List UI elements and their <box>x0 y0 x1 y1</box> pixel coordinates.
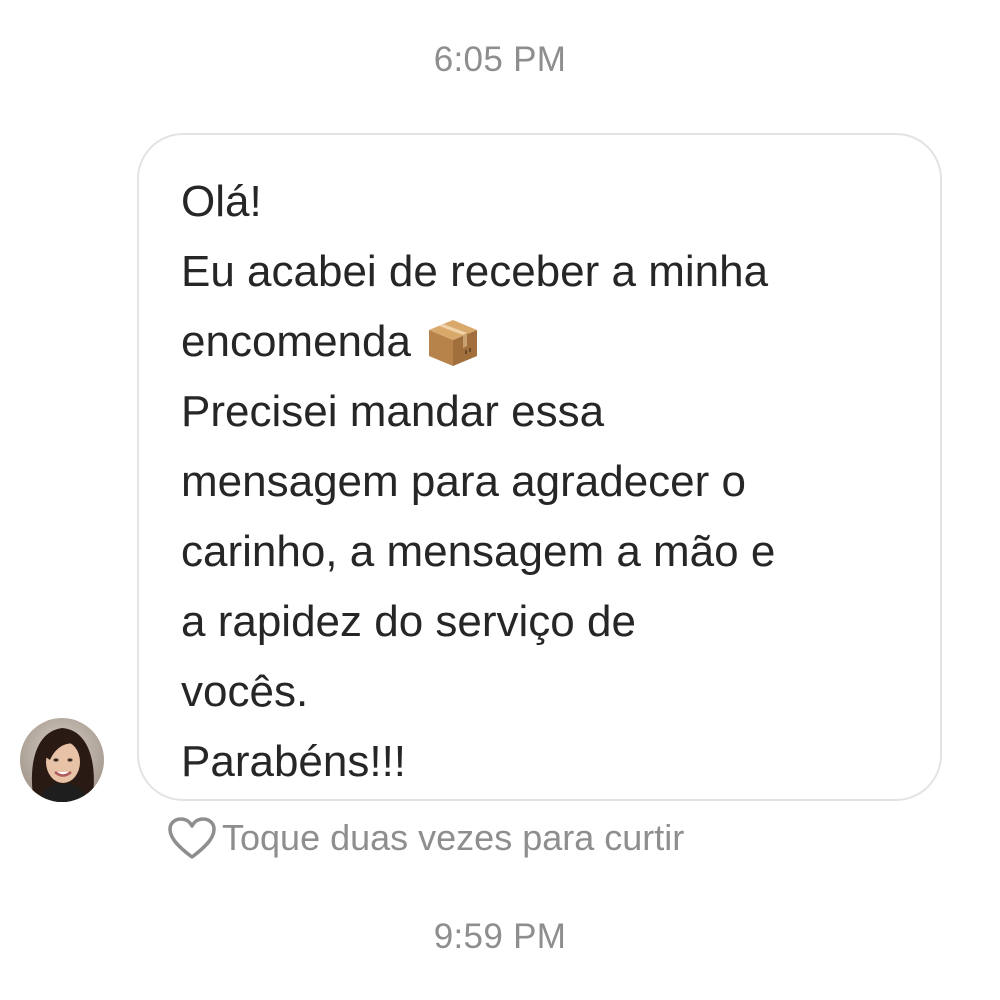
message-line: Olá! <box>181 177 262 226</box>
package-icon <box>425 316 481 368</box>
message-line-text: encomenda <box>181 317 411 366</box>
like-hint-label: Toque duas vezes para curtir <box>222 817 685 858</box>
timestamp-bottom: 9:59 PM <box>433 917 567 956</box>
message-bubble[interactable]: Olá! Eu acabei de receber a minha encome… <box>137 133 942 801</box>
message-line: Precisei mandar essa <box>181 387 605 436</box>
heart-outline-icon[interactable] <box>166 815 218 861</box>
message-line-with-emoji: encomenda <box>181 307 910 377</box>
message-line: carinho, a mensagem a mão e <box>181 527 776 576</box>
message-line: vocês. <box>181 667 309 716</box>
message-line: a rapidez do serviço de <box>181 597 636 646</box>
message-line: mensagem para agradecer o <box>181 457 746 506</box>
message-line: Parabéns!!! <box>181 737 407 786</box>
timestamp-top: 6:05 PM <box>433 40 567 79</box>
sender-avatar[interactable] <box>20 718 104 802</box>
double-tap-like-hint[interactable]: Toque duas vezes para curtir <box>166 815 684 861</box>
message-line: Eu acabei de receber a minha <box>181 247 769 296</box>
avatar-photo <box>20 718 104 802</box>
